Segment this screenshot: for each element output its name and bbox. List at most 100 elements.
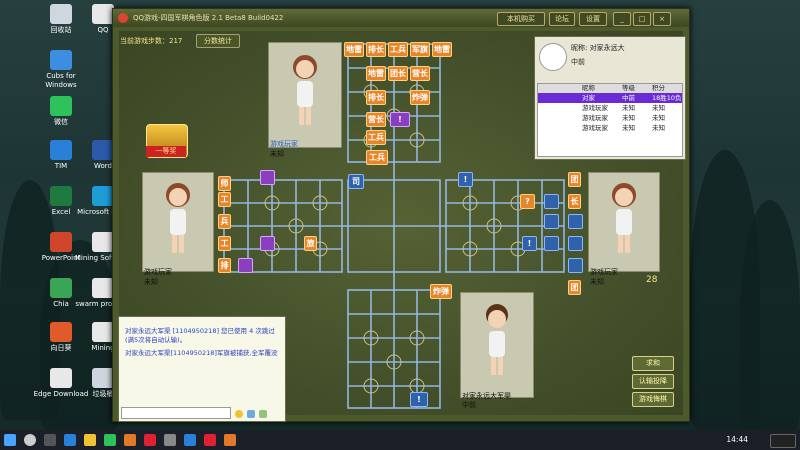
game-piece[interactable]: 营长 [366,112,386,127]
app-icon[interactable] [184,434,196,446]
send-icon[interactable] [259,410,267,418]
game-piece[interactable]: 团长 [388,66,408,81]
app-icon[interactable] [204,434,216,446]
turn-timer: 28 [646,275,658,285]
qq-penguin-icon [539,43,567,71]
title-bar[interactable]: QQ游戏-四国军棋角色版 2.1 Beta8 Build0422 本机购买 论坛… [113,9,689,27]
table-header: 昵称 等级 积分 [538,84,682,93]
game-piece[interactable] [568,236,583,251]
wechat-icon[interactable] [104,434,116,446]
game-piece[interactable]: ! [458,172,473,187]
game-piece[interactable]: ! [410,392,428,407]
chat-input[interactable] [121,407,231,419]
avatar [166,183,190,253]
game-piece[interactable]: 兵 [218,214,231,229]
game-piece[interactable]: 军旗 [410,42,430,57]
desktop-icon-cubs[interactable]: Cubs for Windows [32,50,90,90]
table-row[interactable]: 对家 中前 18胜10负 [538,93,682,103]
game-piece[interactable]: 营长 [410,66,430,81]
watermark-logo [770,434,796,448]
window-title: QQ游戏-四国军棋角色版 2.1 Beta8 Build0422 [133,14,284,22]
game-piece[interactable]: 排长 [366,90,386,105]
minimize-icon[interactable]: _ [613,12,631,26]
app-logo-icon [118,13,128,23]
app-icon[interactable] [224,434,236,446]
emoji-icon[interactable] [235,410,243,418]
game-piece[interactable] [260,236,275,251]
tim-icon [50,140,72,160]
settings-button[interactable]: 设置 [579,12,607,26]
forum-button[interactable]: 论坛 [549,12,575,26]
table-row[interactable]: 游戏玩家 未知 未知 [538,123,682,133]
edge-icon [92,186,114,206]
table-row[interactable]: 游戏玩家 未知 未知 [538,113,682,123]
table-row[interactable]: 游戏玩家 未知 未知 [538,103,682,113]
close-icon[interactable]: × [653,12,671,26]
game-piece[interactable] [568,258,583,273]
step-counter: 当前游戏步数：217 [120,37,183,45]
desktop-icon-wechat[interactable]: 微信 [32,96,90,127]
game-piece[interactable]: 工 [218,192,231,207]
game-piece[interactable] [544,194,559,209]
game-piece[interactable]: 排长 [366,42,386,57]
game-piece[interactable]: 旅 [304,236,317,251]
game-piece[interactable]: ? [520,194,535,209]
game-piece[interactable]: ! [522,236,537,251]
game-piece[interactable] [238,258,253,273]
powerpoint-icon [50,232,72,252]
file-icon [50,368,72,388]
maximize-icon[interactable]: □ [633,12,651,26]
surrender-button[interactable]: 认输投降 [632,374,674,389]
column-header: 积分 [652,84,665,92]
player-table: 昵称 等级 积分 对家 中前 18胜10负 游戏玩家 未知 未知 游戏玩家 未知… [537,83,683,157]
game-piece[interactable]: 长 [568,194,581,209]
font-icon[interactable] [247,410,255,418]
game-piece[interactable]: 炸弹 [410,90,430,105]
game-piece[interactable] [544,236,559,251]
game-piece[interactable]: 地雷 [344,42,364,57]
award-badge: 一等奖 [146,146,186,157]
file-icon [92,278,114,298]
game-piece[interactable]: 工兵 [388,42,408,57]
player-left-status: 未知 [144,278,158,286]
windows-start-icon[interactable] [4,434,16,446]
game-taskbar-icon[interactable] [124,434,136,446]
trash-icon [92,368,114,388]
column-header: 等级 [622,84,635,92]
qq-game-icon[interactable] [144,434,156,446]
game-piece[interactable]: 排 [218,258,231,273]
file-icon [92,322,114,342]
undo-button[interactable]: 游戏悔棋 [632,392,674,407]
folder-icon[interactable] [84,434,96,446]
player-info-panel: 昵称: 对家永远大 中前 昵称 等级 积分 对家 中前 18胜10负 游戏玩家 … [534,36,686,160]
chat-messages: 对家永远大军渠 [1104950218] 您已使用 4 次跳过(满5次将自动认输… [119,317,285,358]
game-piece[interactable]: 师 [218,176,231,191]
game-piece[interactable]: 工兵 [366,130,386,145]
game-piece[interactable]: 工兵 [366,150,388,165]
excel-icon [50,186,72,206]
recycle-bin-icon [50,4,72,24]
game-piece[interactable]: 工 [218,236,231,251]
draw-request-button[interactable]: 求和 [632,356,674,371]
game-piece[interactable]: 地雷 [366,66,386,81]
game-piece[interactable]: ! [390,112,410,127]
player-left-name: 游戏玩家 [144,268,172,276]
game-piece[interactable] [568,214,583,229]
app-icon[interactable] [164,434,176,446]
edge-icon[interactable] [64,434,76,446]
game-piece[interactable]: 地雷 [432,42,452,57]
chat-message: 对家永远大军渠 [1104950218] 您已使用 4 次跳过(满5次将自动认输… [125,327,275,344]
app-icon [50,50,72,70]
search-icon[interactable] [24,434,36,446]
task-view-icon[interactable] [44,434,56,446]
chat-log[interactable]: 对家永远大军渠 [1104950218] 您已使用 4 次跳过(满5次将自动认输… [118,316,286,422]
game-piece[interactable]: 炸弹 [430,284,452,299]
game-piece[interactable]: 司 [348,174,364,189]
game-piece[interactable] [260,170,275,185]
game-piece[interactable]: 团 [568,172,581,187]
game-piece[interactable] [544,214,559,229]
player-card-left[interactable] [142,172,214,272]
player-card-right[interactable] [588,172,660,272]
buy-button[interactable]: 本机购买 [497,12,545,26]
game-piece[interactable]: 团 [568,280,581,295]
